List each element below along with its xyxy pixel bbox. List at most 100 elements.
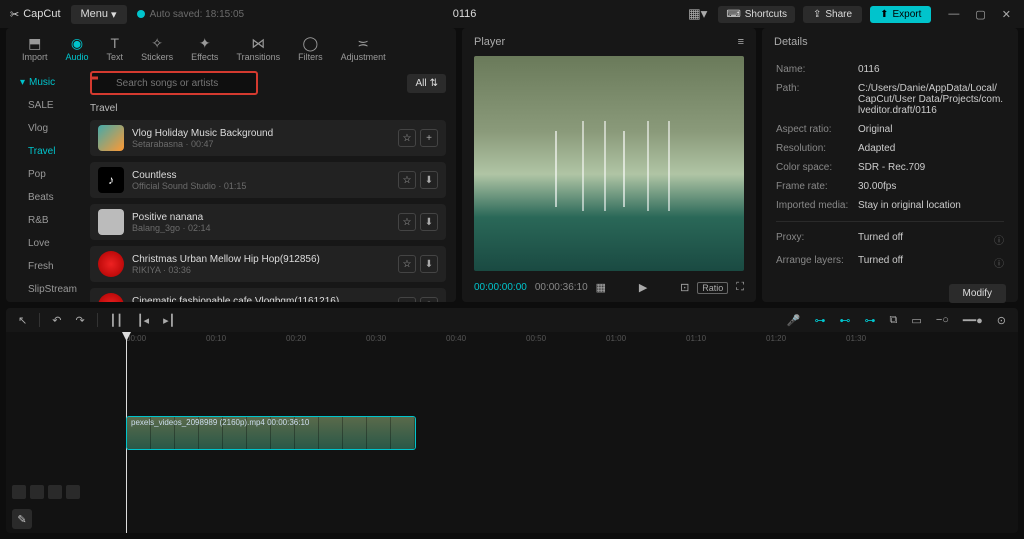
detail-value: Original xyxy=(858,124,1004,135)
detail-label: Frame rate: xyxy=(776,181,852,192)
favorite-button[interactable]: ☆ xyxy=(398,213,416,231)
sidebar-item-rnb[interactable]: R&B xyxy=(6,209,90,232)
detail-label: Resolution: xyxy=(776,143,852,154)
grid-button[interactable]: ▦ xyxy=(596,281,606,294)
tab-adjustment[interactable]: ≍Adjustment xyxy=(333,32,394,65)
fit-button[interactable]: ⊙ xyxy=(995,312,1008,329)
preview-button[interactable]: ▭ xyxy=(909,312,923,329)
timeline-track-headers: ✎ xyxy=(6,332,118,533)
search-row: 🔍 All⇅ xyxy=(90,71,446,95)
player-title: Player xyxy=(474,36,505,48)
project-title: 0116 xyxy=(254,8,675,20)
download-button[interactable]: ⬇ xyxy=(420,171,438,189)
snap-button-3[interactable]: ⊶ xyxy=(863,312,878,329)
redo-button[interactable]: ↷ xyxy=(73,312,86,329)
favorite-button[interactable]: ☆ xyxy=(398,171,416,189)
effects-icon: ✦ xyxy=(199,35,211,51)
timecode-duration: 00:00:36:10 xyxy=(535,282,588,293)
audio-sidebar: ▾Music SALE Vlog Travel Pop Beats R&B Lo… xyxy=(6,65,90,302)
track-mute-button[interactable] xyxy=(48,485,62,499)
modify-button[interactable]: Modify xyxy=(949,284,1006,303)
track-item[interactable]: Vlog Holiday Music BackgroundSetarabasna… xyxy=(90,120,446,156)
pencil-icon: ✎ xyxy=(17,513,26,526)
menu-button[interactable]: Menu▾ xyxy=(71,5,127,24)
sidebar-item-vlog[interactable]: Vlog xyxy=(6,117,90,140)
track-visible-button[interactable] xyxy=(30,485,44,499)
track-meta: RIKIYA · 03:36 xyxy=(132,265,390,275)
favorite-button[interactable]: ☆ xyxy=(398,129,416,147)
mic-button[interactable]: 🎤 xyxy=(785,312,803,329)
tab-effects[interactable]: ✦Effects xyxy=(183,32,226,65)
undo-button[interactable]: ↶ xyxy=(50,312,63,329)
sidebar-item-music[interactable]: ▾Music xyxy=(6,71,90,94)
favorite-button[interactable]: ☆ xyxy=(398,297,416,302)
minimize-button[interactable]: — xyxy=(945,5,962,24)
split-button[interactable]: ┃┃ xyxy=(108,312,125,329)
detail-value: SDR - Rec.709 xyxy=(858,162,1004,173)
edit-track-button[interactable]: ✎ xyxy=(12,509,32,529)
player-menu-icon[interactable]: ≡ xyxy=(738,36,744,48)
track-item[interactable]: ♪ CountlessOfficial Sound Studio · 01:15… xyxy=(90,162,446,198)
favorite-button[interactable]: ☆ xyxy=(398,255,416,273)
track-thumb xyxy=(98,209,124,235)
detail-label: Color space: xyxy=(776,162,852,173)
zoom-slider[interactable]: ━━● xyxy=(961,312,985,329)
sidebar-item-beats[interactable]: Beats xyxy=(6,186,90,209)
track-thumb xyxy=(98,125,124,151)
detail-label: Name: xyxy=(776,64,852,75)
track-option-button[interactable] xyxy=(66,485,80,499)
chevron-down-icon: ▾ xyxy=(20,77,25,88)
layout-button[interactable]: ▦▾ xyxy=(685,3,710,25)
fullscreen-button[interactable]: ⛶ xyxy=(736,281,744,294)
search-input[interactable] xyxy=(90,71,258,95)
video-clip[interactable]: pexels_videos_2098989 (2160p).mp4 00:00:… xyxy=(126,416,416,450)
sidebar-item-pop[interactable]: Pop xyxy=(6,163,90,186)
player-viewport[interactable] xyxy=(474,56,744,271)
link-button[interactable]: ⧉ xyxy=(888,312,900,329)
zoom-out-button[interactable]: −○ xyxy=(934,312,951,328)
tab-stickers[interactable]: ✧Stickers xyxy=(133,32,181,65)
split-left-button[interactable]: ┃◂ xyxy=(135,312,151,329)
sidebar-item-love[interactable]: Love xyxy=(6,232,90,255)
detail-label: Arrange layers: xyxy=(776,255,852,270)
tab-import[interactable]: ⬒Import xyxy=(14,32,56,65)
tab-audio[interactable]: ◉Audio xyxy=(58,32,97,65)
close-button[interactable]: ✕ xyxy=(999,5,1014,24)
info-icon[interactable]: ⓘ xyxy=(994,232,1004,247)
timeline[interactable]: ✎ 00:00 00:10 00:20 00:30 00:40 00:50 01… xyxy=(6,332,1018,533)
play-button[interactable]: ▶ xyxy=(639,281,647,294)
detail-value: Turned off xyxy=(858,255,988,270)
maximize-button[interactable]: ▢ xyxy=(972,5,988,24)
autosave-dot-icon xyxy=(137,10,145,18)
sidebar-item-travel[interactable]: Travel xyxy=(6,140,90,163)
track-item[interactable]: Christmas Urban Mellow Hip Hop(912856)RI… xyxy=(90,246,446,282)
download-button[interactable]: ⬇ xyxy=(420,213,438,231)
info-icon[interactable]: ⓘ xyxy=(994,255,1004,270)
export-button[interactable]: ⬆Export xyxy=(870,6,931,23)
share-button[interactable]: ⇪Share xyxy=(803,6,862,23)
track-lock-button[interactable] xyxy=(12,485,26,499)
track-item[interactable]: Cinematic fashionable cafe Vlogbgm(11612… xyxy=(90,288,446,302)
ratio-button[interactable]: Ratio xyxy=(697,282,728,294)
tab-text[interactable]: TText xyxy=(99,32,132,65)
download-button[interactable]: ⬇ xyxy=(420,297,438,302)
tab-transitions[interactable]: ⋈Transitions xyxy=(228,32,288,65)
timeline-ruler[interactable]: 00:00 00:10 00:20 00:30 00:40 00:50 01:0… xyxy=(118,332,1018,350)
snap-button-2[interactable]: ⊷ xyxy=(838,312,853,329)
sidebar-item-sale[interactable]: SALE xyxy=(6,94,90,117)
split-right-button[interactable]: ▸┃ xyxy=(161,312,177,329)
detail-label: Proxy: xyxy=(776,232,852,247)
sidebar-item-slipstream[interactable]: SlipStream xyxy=(6,278,90,301)
download-button[interactable]: ⬇ xyxy=(420,255,438,273)
sidebar-item-fresh[interactable]: Fresh xyxy=(6,255,90,278)
shortcuts-button[interactable]: ⌨Shortcuts xyxy=(718,6,795,23)
pointer-tool[interactable]: ↖ xyxy=(16,312,29,329)
snap-button-1[interactable]: ⊶ xyxy=(813,312,828,329)
track-item[interactable]: Positive nananaBalang_3go · 02:14 ☆⬇ xyxy=(90,204,446,240)
track-thumb: ♪ xyxy=(98,167,124,193)
tab-filters[interactable]: ◯Filters xyxy=(290,32,331,65)
scale-button[interactable]: ⊡ xyxy=(680,281,689,294)
add-button[interactable]: + xyxy=(420,129,438,147)
transitions-icon: ⋈ xyxy=(251,35,265,51)
all-filter-button[interactable]: All⇅ xyxy=(407,74,446,93)
